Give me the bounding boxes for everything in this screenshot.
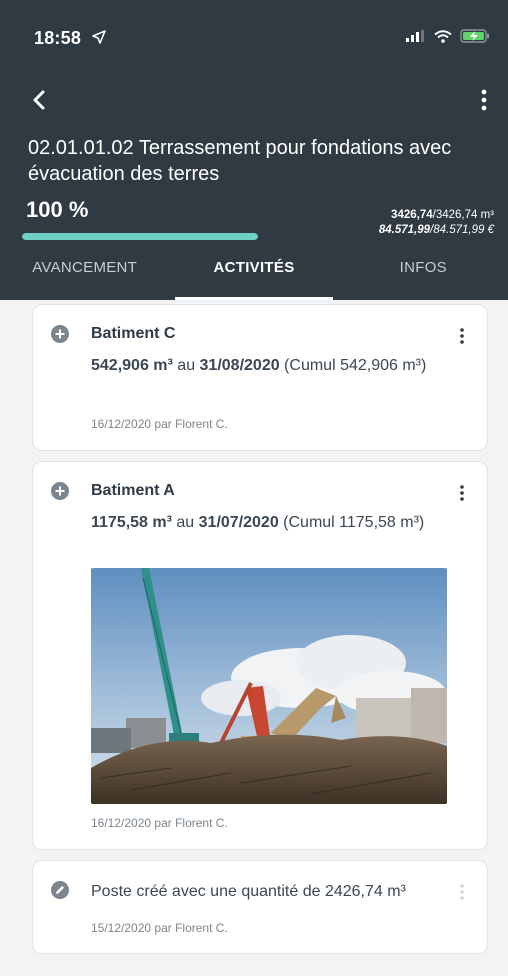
quantity-date: 31/07/2020 — [198, 514, 279, 531]
quantity-cumul: (Cumul 542,906 m³) — [279, 357, 427, 374]
amount-total: /84.571,99 € — [430, 224, 494, 236]
quantity-date: 31/08/2020 — [199, 357, 280, 374]
activity-meta: 16/12/2020 par Florent C. — [91, 417, 228, 431]
tab-activites[interactable]: ACTIVITÉS — [169, 250, 338, 300]
header: 18:58 02.01.01.02 Terrassement pour fond… — [0, 0, 508, 300]
quantity-connector: au — [171, 514, 199, 531]
quantity-value: 1175,58 m³ — [91, 514, 172, 531]
more-options-icon[interactable] — [459, 327, 465, 345]
amount-done: 84.571,99 — [378, 224, 431, 236]
activity-quantity: 1175,58 m³ au 31/07/2020 (Cumul 1175,58 … — [91, 512, 461, 533]
activity-meta: 15/12/2020 par Florent C. — [91, 921, 228, 935]
activity-card[interactable]: Poste créé avec une quantité de 2426,74 … — [32, 860, 488, 954]
signal-icon — [406, 30, 424, 42]
status-bar: 18:58 — [0, 0, 508, 76]
tab-avancement[interactable]: AVANCEMENT — [0, 250, 169, 300]
location-arrow-icon — [92, 30, 106, 44]
quantity-summary: 3426,74/3426,74 m³ 84.571,99/84.571,99 € — [379, 208, 494, 238]
battery-charging-icon — [460, 29, 489, 43]
quantity-done: 3426,74 — [391, 209, 433, 221]
tab-bar: AVANCEMENT ACTIVITÉS INFOS — [0, 250, 508, 300]
progress-percent: 100 % — [26, 197, 89, 222]
tab-infos[interactable]: INFOS — [339, 250, 508, 300]
add-circle-icon[interactable] — [51, 325, 69, 343]
page-title: 02.01.01.02 Terrassement pour fondations… — [28, 137, 452, 185]
wifi-icon — [434, 29, 452, 43]
quantity-total: /3426,74 m³ — [432, 209, 494, 221]
status-indicators — [406, 29, 490, 43]
activity-text: Poste créé avec une quantité de 2426,74 … — [91, 883, 406, 900]
activity-card[interactable]: Batiment A 1175,58 m³ au 31/07/2020 (Cum… — [32, 461, 488, 850]
activity-title: Batiment A — [91, 482, 175, 499]
more-options-icon[interactable] — [478, 88, 490, 112]
quantity-connector: au — [172, 357, 200, 374]
activity-photo[interactable] — [91, 568, 447, 804]
edit-pencil-icon[interactable] — [51, 881, 69, 899]
more-options-icon[interactable] — [459, 883, 465, 901]
activity-title: Batiment C — [91, 325, 176, 342]
activity-meta: 16/12/2020 par Florent C. — [91, 816, 228, 830]
status-time: 18:58 — [34, 28, 82, 48]
quantity-value: 542,906 m³ — [91, 357, 173, 374]
back-chevron-icon[interactable] — [28, 88, 52, 112]
quantity-cumul: (Cumul 1175,58 m³) — [278, 514, 425, 531]
more-options-icon[interactable] — [459, 484, 465, 502]
activity-quantity: 542,906 m³ au 31/08/2020 (Cumul 542,906 … — [91, 355, 451, 376]
activity-card[interactable]: Batiment C 542,906 m³ au 31/08/2020 (Cum… — [32, 304, 488, 451]
add-circle-icon[interactable] — [51, 482, 69, 500]
progress-bar — [22, 233, 258, 240]
progress-bar-fill — [22, 233, 258, 240]
construction-site-photo — [91, 568, 447, 804]
